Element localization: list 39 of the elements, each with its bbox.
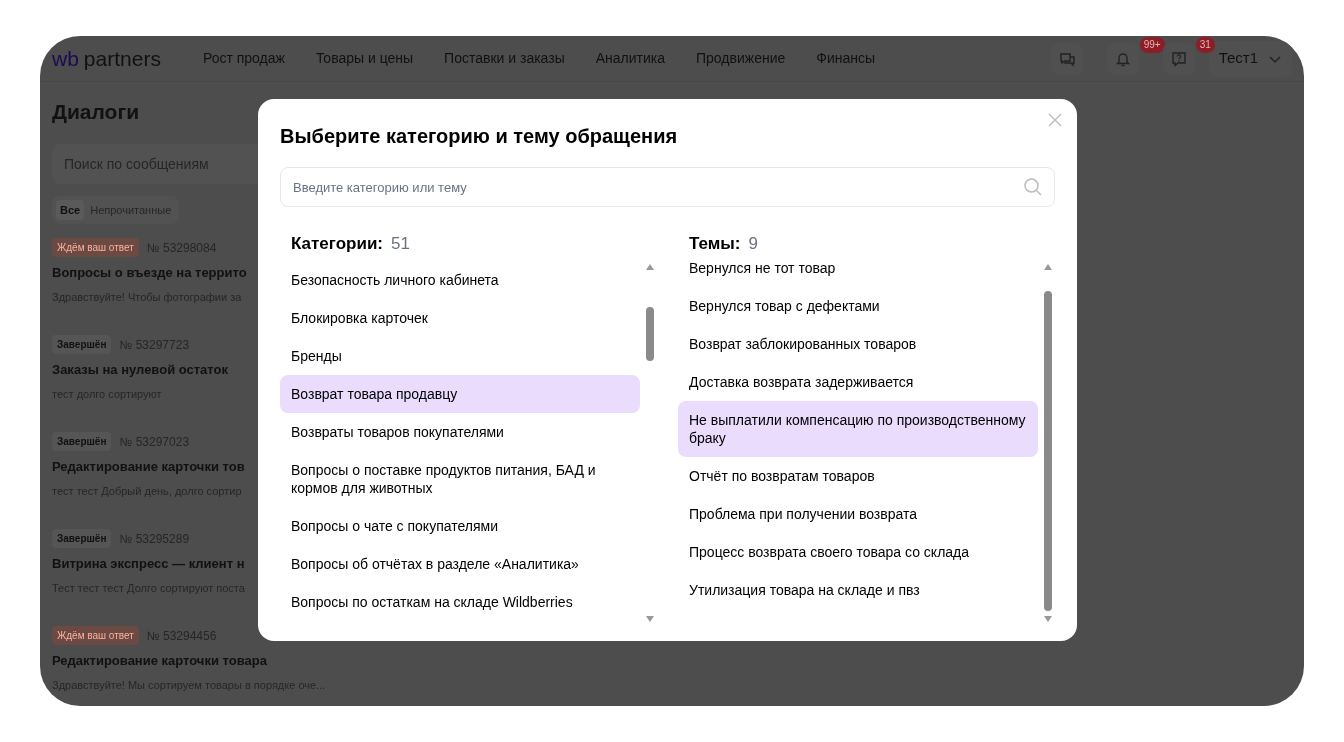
search-icon [1023,177,1043,197]
scroll-up-icon[interactable] [1043,263,1053,271]
scroll-down-icon[interactable] [1043,615,1053,623]
close-icon[interactable] [1047,112,1063,128]
status-tag: Ждём ваш ответ [52,238,139,257]
scroll-up-icon[interactable] [645,263,655,271]
scrollbar-thumb[interactable] [1044,291,1052,611]
category-item[interactable]: Возвраты товаров покупателями [280,413,640,451]
status-tag: Завершён [52,432,112,451]
scrollbar-thumb[interactable] [646,307,654,361]
status-tag: Завершён [52,529,112,548]
scroll-down-icon[interactable] [645,615,655,623]
status-tag: Завершён [52,335,112,354]
category-item[interactable]: Вопросы об отчётах в разделе «Аналитика» [280,545,640,583]
topic-item[interactable]: Утилизация товара на складе и пвз [678,571,1038,609]
column-heading: Темы: [689,233,741,255]
topic-item[interactable]: Доставка возврата задерживается [678,363,1038,401]
count-badge: 99+ [1139,36,1165,53]
category-item[interactable]: Блокировка карточек [280,299,640,337]
category-item[interactable]: Вопросы по остаткам на складе Wildberries [280,583,640,621]
category-item[interactable]: Вопросы о чате с покупателями [280,507,640,545]
item-count: 51 [391,233,410,255]
category-item[interactable]: Безопасность личного кабинета [280,261,640,299]
panel-title: Диалоги [52,99,141,125]
search-field[interactable]: Введите категорию или тему [280,167,1055,207]
topic-item[interactable]: Возврат заблокированных товаров [678,325,1038,363]
topic-item[interactable]: Вернулся не тот товар [678,257,1038,287]
status-tag: Ждём ваш ответ [52,626,139,645]
topic-item[interactable]: Отчёт по возвратам товаров [678,457,1038,495]
topic-item[interactable]: Процесс возврата своего товара со склада [678,533,1038,571]
column-heading: Категории: [291,233,383,255]
count-badge: 31 [1195,36,1215,53]
category-item[interactable]: Возврат товара продавцу [280,375,640,413]
topic-item[interactable]: Не выплатили компенсацию по производственному браку [678,401,1038,457]
topic-item[interactable]: Проблема при получении возврата [678,495,1038,533]
category-item[interactable]: Вопросы о поставке продуктов питания, БАД и кормов для животных [280,451,640,507]
item-count: 9 [748,233,758,255]
category-item[interactable]: Бренды [280,337,640,375]
topic-item[interactable]: Вернулся товар с дефектами [678,287,1038,325]
